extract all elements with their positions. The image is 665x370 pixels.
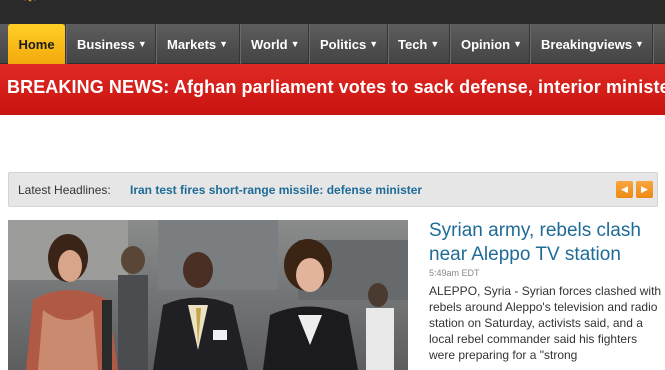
breaking-news-headline: Afghan parliament votes to sack defense,…: [173, 77, 665, 97]
nav-item-label: Markets: [167, 36, 217, 52]
top-strip: [0, 0, 665, 24]
main-nav: Home Business ▼ Markets ▼ World ▼ Politi…: [0, 24, 665, 64]
chevron-down-icon: ▼: [430, 39, 440, 49]
breaking-news-text: BREAKING NEWS: Afghan parliament votes t…: [7, 77, 665, 98]
ticker-headline-link[interactable]: Iran test fires short-range missile: def…: [130, 183, 422, 197]
nav-divider: [387, 24, 388, 64]
nav-item-label: Opinion: [461, 36, 511, 52]
nav-divider: [449, 24, 450, 64]
nav-item-business[interactable]: Business ▼: [77, 24, 147, 64]
story-headline-link[interactable]: Syrian army, rebels clash near Aleppo TV…: [429, 219, 661, 267]
chevron-down-icon: ▼: [635, 39, 644, 49]
nav-divider: [529, 24, 530, 64]
nav-divider: [65, 24, 66, 64]
story-photo[interactable]: [8, 220, 408, 370]
nav-item-label: Breakingviews: [541, 36, 633, 52]
nav-item-markets[interactable]: Markets ▼: [167, 24, 228, 64]
chevron-down-icon: ▼: [219, 39, 229, 49]
chevron-left-icon: ◀: [621, 184, 628, 194]
nav-item-label: Business: [77, 36, 135, 52]
chevron-down-icon: ▼: [137, 39, 147, 49]
chevron-right-icon: ▶: [641, 184, 648, 194]
logo-icon[interactable]: [13, 0, 47, 8]
nav-divider: [155, 24, 156, 64]
ticker-prev-button[interactable]: ◀: [616, 181, 633, 198]
nav-item-world[interactable]: World ▼: [251, 24, 300, 64]
nav-item-label: Tech: [398, 36, 428, 52]
nav-item-politics[interactable]: Politics ▼: [320, 24, 378, 64]
story-timestamp: 5:49am EDT: [429, 268, 480, 278]
nav-item-opinion[interactable]: Opinion ▼: [461, 24, 522, 64]
nav-item-tech[interactable]: Tech ▼: [398, 24, 439, 64]
nav-item-label: Politics: [320, 36, 367, 52]
ticker-label: Latest Headlines:: [18, 183, 111, 197]
nav-divider: [652, 24, 653, 64]
nav-item-label: Home: [18, 36, 55, 52]
chevron-down-icon: ▼: [369, 39, 379, 49]
nav-divider: [308, 24, 309, 64]
chevron-down-icon: ▼: [290, 39, 300, 49]
headlines-ticker: Latest Headlines: Iran test fires short-…: [8, 172, 658, 207]
nav-divider: [239, 24, 240, 64]
breaking-news-label: BREAKING NEWS:: [7, 77, 170, 97]
chevron-down-icon: ▼: [513, 39, 523, 49]
nav-item-breakingviews[interactable]: Breakingviews ▼: [541, 24, 644, 64]
nav-item-label: World: [251, 36, 288, 52]
story-summary: ALEPPO, Syria - Syrian forces clashed wi…: [429, 284, 662, 362]
breaking-news-banner[interactable]: BREAKING NEWS: Afghan parliament votes t…: [0, 64, 665, 115]
photo-illustration: [8, 220, 408, 370]
ticker-next-button[interactable]: ▶: [636, 181, 653, 198]
nav-item-home[interactable]: Home: [8, 24, 65, 64]
